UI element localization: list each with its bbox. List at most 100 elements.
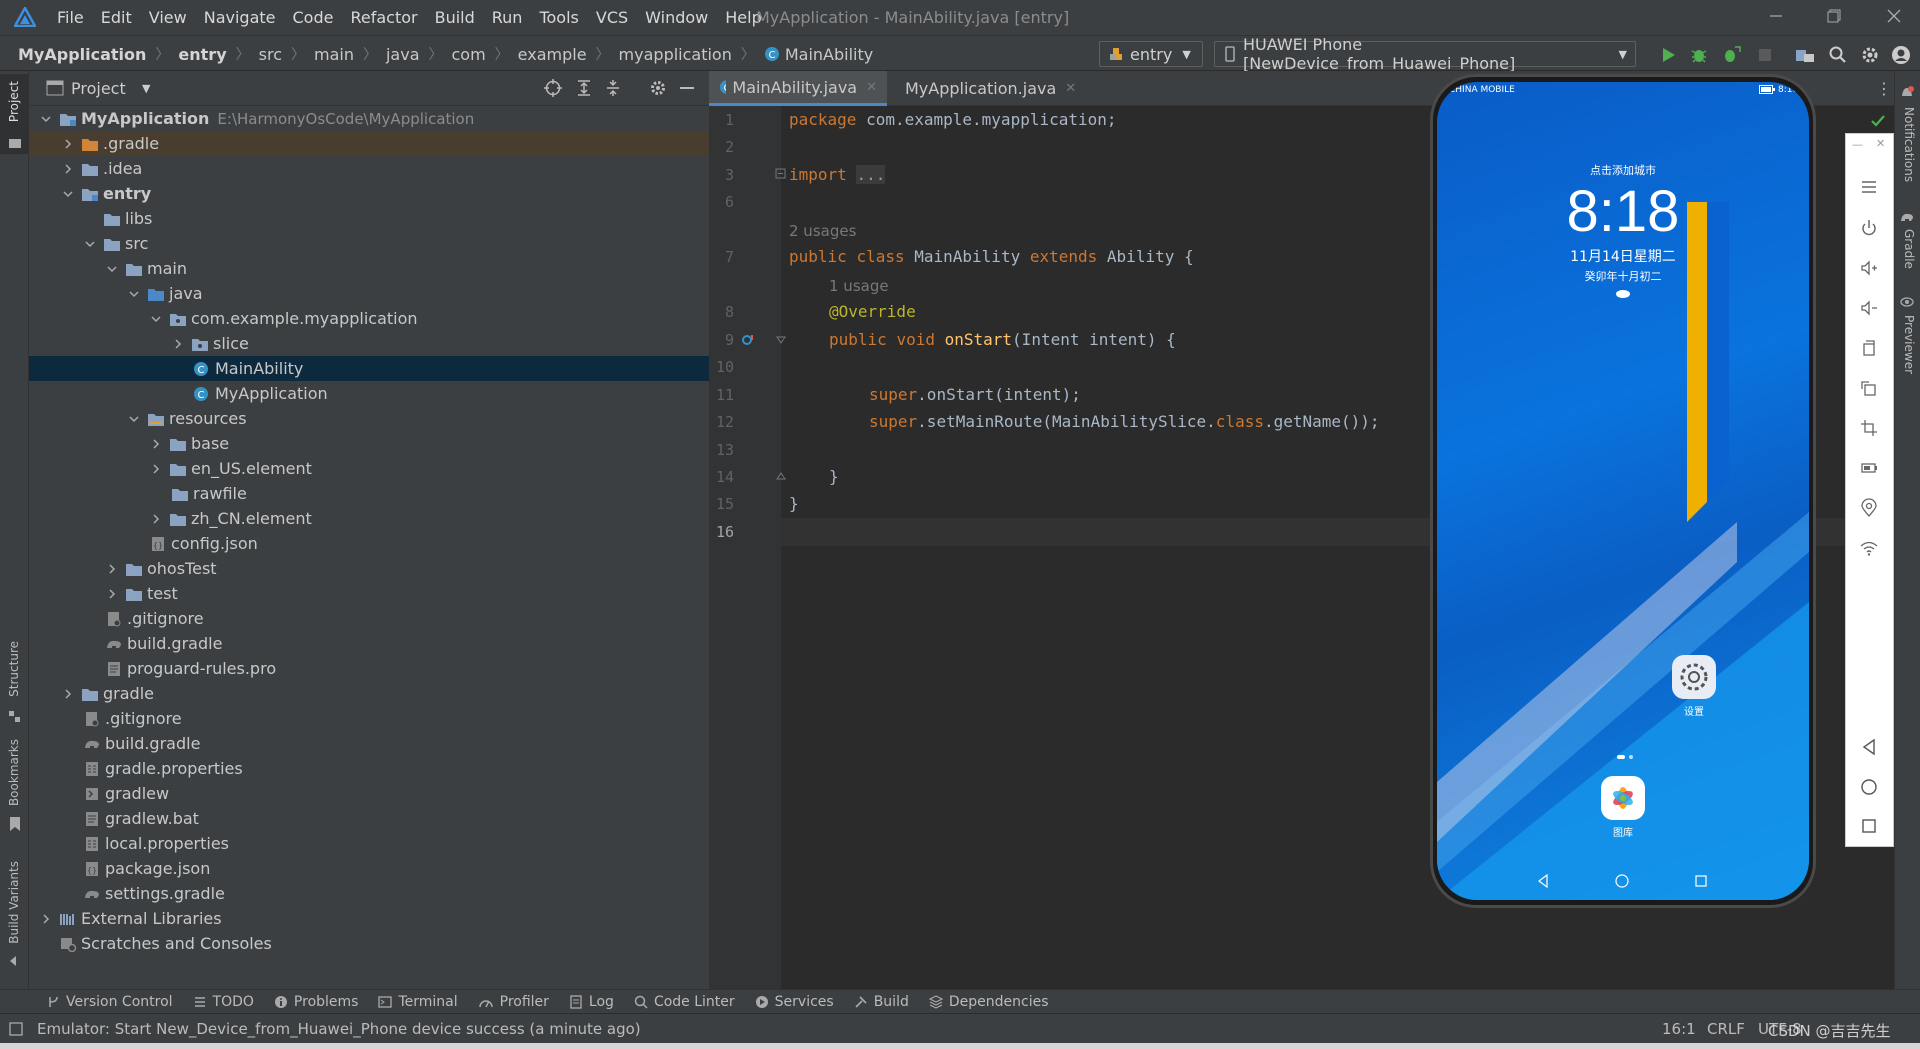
- menu-code[interactable]: Code: [293, 8, 334, 27]
- tree-node[interactable]: main: [29, 256, 709, 281]
- gallery-app-icon[interactable]: [1601, 776, 1645, 820]
- breadcrumb-entry[interactable]: entry: [178, 45, 226, 64]
- emulator-home-icon[interactable]: [1858, 776, 1880, 798]
- fold-icon[interactable]: [775, 168, 787, 180]
- emulator-minimize-icon[interactable]: —: [1852, 138, 1863, 151]
- tree-node[interactable]: test: [29, 581, 709, 606]
- project-view-label[interactable]: Project: [71, 79, 126, 98]
- phone-screen[interactable]: CHINA MOBILE 8:16 点击添加城市 8:18 11月14日星期二 …: [1437, 82, 1809, 900]
- tree-node[interactable]: resources: [29, 406, 709, 431]
- dependencies-tab[interactable]: Dependencies: [928, 994, 1049, 1010]
- stop-icon[interactable]: [1755, 45, 1775, 65]
- override-marker-icon[interactable]: [741, 332, 757, 348]
- breadcrumb-mainability[interactable]: MainAbility: [785, 45, 873, 64]
- emulator-back-icon[interactable]: [1858, 736, 1880, 758]
- tree-node[interactable]: {} package.json: [29, 856, 709, 881]
- tree-node[interactable]: Scratches and Consoles: [29, 931, 709, 956]
- line-separator[interactable]: CRLF: [1707, 1020, 1745, 1038]
- location-icon[interactable]: [1858, 497, 1880, 519]
- tree-node[interactable]: .gitignore: [29, 706, 709, 731]
- tree-node[interactable]: External Libraries: [29, 906, 709, 931]
- menu-tools[interactable]: Tools: [539, 8, 578, 27]
- notifications-tool-tab[interactable]: Notifications: [1902, 107, 1916, 182]
- previewer-tool-tab[interactable]: Previewer: [1902, 315, 1916, 374]
- breadcrumb-example[interactable]: example: [518, 45, 587, 64]
- menu-navigate[interactable]: Navigate: [204, 8, 276, 27]
- volume-down-icon[interactable]: [1858, 297, 1880, 319]
- folded-imports[interactable]: ...: [856, 165, 886, 184]
- nav-recents-icon[interactable]: [1695, 875, 1707, 887]
- tree-node-root[interactable]: MyApplication E:\HarmonyOsCode\MyApplica…: [29, 106, 709, 131]
- status-message[interactable]: Emulator: Start New_Device_from_Huawei_P…: [37, 1020, 641, 1038]
- version-control-tab[interactable]: Version Control: [46, 994, 173, 1010]
- run-icon[interactable]: [1658, 45, 1678, 65]
- volume-up-icon[interactable]: [1858, 257, 1880, 279]
- gear-icon[interactable]: [649, 79, 667, 97]
- tree-node[interactable]: {} config.json: [29, 531, 709, 556]
- tree-node[interactable]: settings.gradle: [29, 881, 709, 906]
- wifi-icon[interactable]: [1858, 537, 1880, 559]
- settings-app-icon[interactable]: [1672, 655, 1716, 699]
- menu-edit[interactable]: Edit: [101, 8, 132, 27]
- nav-home-icon[interactable]: [1615, 874, 1629, 888]
- menu-vcs[interactable]: VCS: [596, 8, 628, 27]
- menu-build[interactable]: Build: [435, 8, 475, 27]
- usages-hint[interactable]: 2 usages: [789, 222, 856, 240]
- no-errors-check-icon[interactable]: [1870, 114, 1886, 128]
- menu-icon[interactable]: [1858, 176, 1880, 198]
- tree-node-selected[interactable]: C MainAbility: [29, 356, 709, 381]
- tree-node[interactable]: local.properties: [29, 831, 709, 856]
- tree-node[interactable]: build.gradle: [29, 731, 709, 756]
- close-tab-icon[interactable]: ✕: [1065, 81, 1076, 96]
- tree-node[interactable]: gradle: [29, 681, 709, 706]
- code-linter-tab[interactable]: Code Linter: [634, 994, 735, 1010]
- menu-refactor[interactable]: Refactor: [350, 8, 417, 27]
- rotate-icon[interactable]: [1858, 337, 1880, 359]
- problems-tab[interactable]: Problems: [274, 994, 358, 1010]
- breadcrumb-myapplication[interactable]: myapplication: [619, 45, 732, 64]
- power-icon[interactable]: [1858, 217, 1880, 239]
- battery-setting-icon[interactable]: [1858, 457, 1880, 479]
- toggle-tool-windows-icon[interactable]: [9, 1022, 23, 1036]
- tree-node[interactable]: rawfile: [29, 481, 709, 506]
- module-select[interactable]: entry ▼: [1099, 41, 1203, 67]
- fold-icon[interactable]: [775, 334, 787, 346]
- emulator-close-icon[interactable]: ✕: [1876, 137, 1885, 150]
- breadcrumb-java[interactable]: java: [386, 45, 420, 64]
- structure-tool-tab[interactable]: Structure: [7, 641, 21, 697]
- emulator-recents-icon[interactable]: [1858, 815, 1880, 837]
- menu-file[interactable]: File: [57, 8, 84, 27]
- menu-view[interactable]: View: [149, 8, 187, 27]
- build-tab[interactable]: Build: [854, 994, 909, 1010]
- attach-debugger-icon[interactable]: [1721, 45, 1741, 65]
- tree-node[interactable]: C MyApplication: [29, 381, 709, 406]
- tree-node[interactable]: ohosTest: [29, 556, 709, 581]
- log-tab[interactable]: Log: [569, 994, 614, 1010]
- project-tool-tab[interactable]: Project: [7, 81, 21, 122]
- tree-node[interactable]: libs: [29, 206, 709, 231]
- tree-node[interactable]: com.example.myapplication: [29, 306, 709, 331]
- tree-node[interactable]: gradlew.bat: [29, 806, 709, 831]
- cursor-position[interactable]: 16:1: [1662, 1020, 1696, 1038]
- tree-node[interactable]: src: [29, 231, 709, 256]
- breadcrumb-com[interactable]: com: [452, 45, 486, 64]
- maximize-icon[interactable]: [1824, 6, 1844, 26]
- close-tab-icon[interactable]: ✕: [866, 80, 877, 95]
- chevron-down-icon[interactable]: ▼: [142, 82, 150, 95]
- tab-mainability[interactable]: C MainAbility.java ✕: [709, 71, 887, 106]
- tree-node[interactable]: zh_CN.element: [29, 506, 709, 531]
- collapse-all-icon[interactable]: [604, 79, 622, 97]
- tree-node[interactable]: java: [29, 281, 709, 306]
- screenshot-icon[interactable]: [1858, 417, 1880, 439]
- tree-node[interactable]: proguard-rules.pro: [29, 656, 709, 681]
- more-options-icon[interactable]: ⋮: [1876, 79, 1892, 98]
- tree-node[interactable]: gradle.properties: [29, 756, 709, 781]
- services-tab[interactable]: Services: [755, 994, 834, 1010]
- todo-tab[interactable]: TODO: [193, 994, 254, 1010]
- build-variants-tool-tab[interactable]: Build Variants: [7, 861, 21, 944]
- minimize-icon[interactable]: [1766, 6, 1786, 26]
- breadcrumb-main[interactable]: main: [314, 45, 354, 64]
- expand-all-icon[interactable]: [575, 79, 593, 97]
- nav-back-icon[interactable]: [1537, 874, 1549, 888]
- locate-icon[interactable]: [544, 79, 562, 97]
